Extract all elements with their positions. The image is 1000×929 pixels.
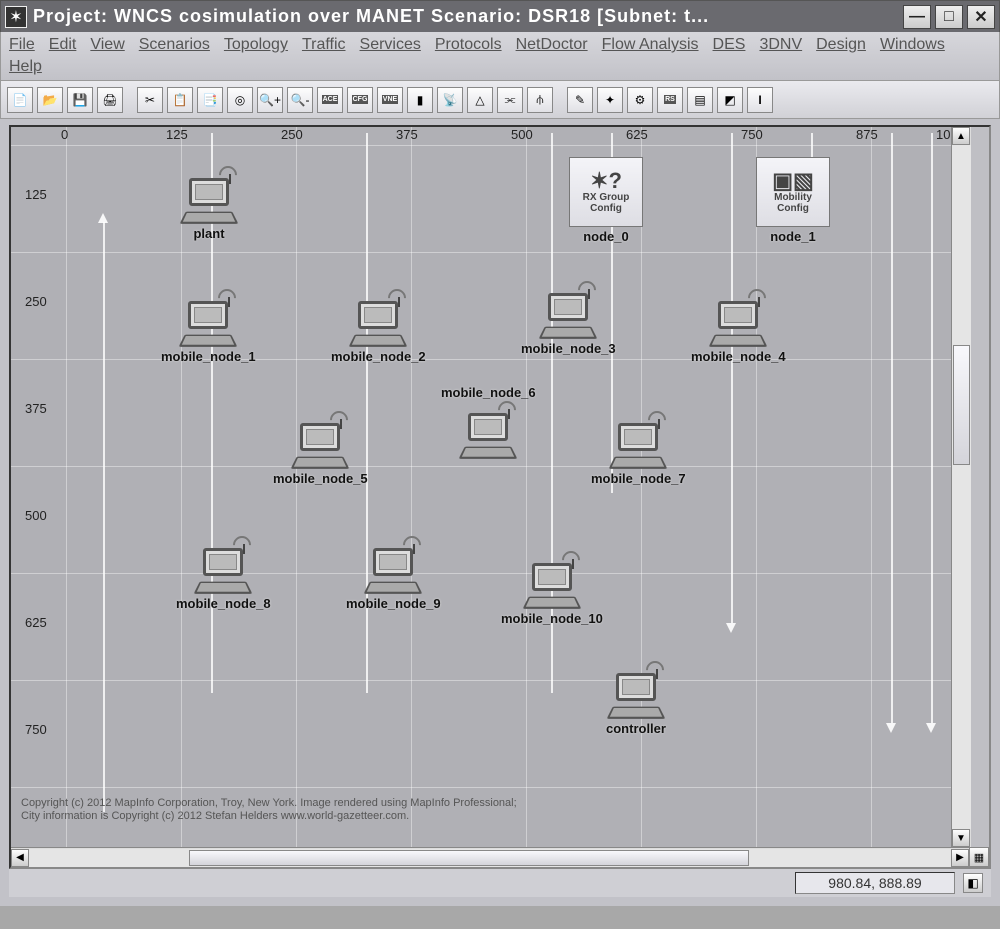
laptop-icon [180, 295, 236, 347]
menu-3dnv[interactable]: 3DNV [759, 36, 802, 54]
laptop-icon [540, 287, 596, 339]
laptop-icon [610, 417, 666, 469]
menu-file[interactable]: File [9, 36, 35, 54]
zoom-in-icon[interactable]: 🔍+ [257, 87, 283, 113]
menu-flow-analysis[interactable]: Flow Analysis [602, 36, 699, 54]
menu-netdoctor[interactable]: NetDoctor [516, 36, 588, 54]
node-controller[interactable]: controller [606, 667, 666, 736]
wizard-icon[interactable]: ✦ [597, 87, 623, 113]
node-mobile-7[interactable]: mobile_node_7 [591, 417, 686, 486]
node-mobile-9[interactable]: mobile_node_9 [346, 542, 441, 611]
menu-edit[interactable]: Edit [49, 36, 77, 54]
scroll-track[interactable] [952, 145, 971, 829]
battery-icon[interactable]: ▮ [407, 87, 433, 113]
app-icon: ✶ [5, 6, 27, 28]
ace-icon[interactable]: ACE [317, 87, 343, 113]
save-icon[interactable]: 💾 [67, 87, 93, 113]
node-mobile-10[interactable]: mobile_node_10 [501, 557, 603, 626]
rs-icon[interactable]: RS [657, 87, 683, 113]
node-mobile-4[interactable]: mobile_node_4 [691, 295, 786, 364]
cfg-icon[interactable]: CFG [347, 87, 373, 113]
warning-icon[interactable]: △ [467, 87, 493, 113]
node-mobile-3[interactable]: mobile_node_3 [521, 287, 616, 356]
menu-design[interactable]: Design [816, 36, 866, 54]
node-plant[interactable]: plant [181, 172, 237, 241]
node-mobile-6[interactable]: mobile_node_6 [441, 407, 536, 476]
menu-windows[interactable]: Windows [880, 36, 945, 54]
target-icon[interactable]: ◎ [227, 87, 253, 113]
node-mobile-1[interactable]: mobile_node_1 [161, 295, 256, 364]
menu-scenarios[interactable]: Scenarios [139, 36, 210, 54]
copy-icon[interactable]: 📋 [167, 87, 193, 113]
status-coordinates: 980.84, 888.89 [795, 872, 955, 894]
scroll-corner-icon[interactable]: ▦ [969, 847, 989, 867]
laptop-icon [195, 542, 251, 594]
laptop-icon [710, 295, 766, 347]
laptop-icon [350, 295, 406, 347]
minimize-button[interactable]: — [903, 5, 931, 29]
graph1-icon[interactable]: ⫘ [497, 87, 523, 113]
laptop-icon [292, 417, 348, 469]
copyright-text: Copyright (c) 2012 MapInfo Corporation, … [21, 797, 517, 823]
laptop-icon [365, 542, 421, 594]
zoom-out-icon[interactable]: 🔍- [287, 87, 313, 113]
text-icon[interactable]: I [747, 87, 773, 113]
node-mobile-2[interactable]: mobile_node_2 [331, 295, 426, 364]
scroll-down-icon[interactable]: ▼ [952, 829, 970, 847]
ruler-horizontal: 0 125 250 375 500 625 750 875 10 [11, 127, 951, 143]
vertical-scrollbar[interactable]: ▲ ▼ [951, 127, 971, 847]
scroll-thumb[interactable] [189, 850, 749, 866]
paste-icon[interactable]: 📑 [197, 87, 223, 113]
new-icon[interactable]: 📄 [7, 87, 33, 113]
laptop-icon [608, 667, 664, 719]
scroll-thumb[interactable] [953, 345, 970, 465]
node-mobile-8[interactable]: mobile_node_8 [176, 542, 271, 611]
menu-services[interactable]: Services [360, 36, 421, 54]
scroll-right-icon[interactable]: ▶ [951, 849, 969, 867]
scroll-track[interactable] [29, 849, 951, 867]
menu-view[interactable]: View [90, 36, 124, 54]
toolbar: 📄 📂 💾 🖨 ✂ 📋 📑 ◎ 🔍+ 🔍- ACE CFG VNE ▮ 📡 △ … [0, 81, 1000, 119]
menu-traffic[interactable]: Traffic [302, 36, 346, 54]
print-icon[interactable]: 🖨 [97, 87, 123, 113]
vne-icon[interactable]: VNE [377, 87, 403, 113]
status-bar: 980.84, 888.89 ◧ [9, 869, 991, 897]
menu-help[interactable]: Help [9, 58, 42, 76]
edit-icon[interactable]: ✎ [567, 87, 593, 113]
window-title: Project: WNCS cosimulation over MANET Sc… [33, 6, 903, 27]
ruler-vertical: 125 250 375 500 625 750 [11, 127, 65, 847]
rx-config-icon: ✶? [590, 170, 622, 192]
layers-icon[interactable]: ▤ [687, 87, 713, 113]
node-mobility-config[interactable]: ▣▧ Mobility Config node_1 [756, 157, 830, 244]
network-canvas[interactable]: 0 125 250 375 500 625 750 875 10 125 250… [11, 127, 951, 847]
laptop-icon [181, 172, 237, 224]
satellite-icon[interactable]: 📡 [437, 87, 463, 113]
title-bar: ✶ Project: WNCS cosimulation over MANET … [0, 0, 1000, 32]
open-icon[interactable]: 📂 [37, 87, 63, 113]
scroll-left-icon[interactable]: ◀ [11, 849, 29, 867]
node-mobile-5[interactable]: mobile_node_5 [273, 417, 368, 486]
graph2-icon[interactable]: ⫛ [527, 87, 553, 113]
menu-bar: File Edit View Scenarios Topology Traffi… [0, 32, 1000, 81]
maximize-button[interactable]: □ [935, 5, 963, 29]
laptop-icon [460, 407, 516, 459]
crop-icon[interactable]: ◩ [717, 87, 743, 113]
menu-des[interactable]: DES [713, 36, 746, 54]
node-rx-group-config[interactable]: ✶? RX Group Config node_0 [569, 157, 643, 244]
mobility-config-icon: ▣▧ [772, 170, 814, 192]
laptop-icon [524, 557, 580, 609]
scroll-up-icon[interactable]: ▲ [952, 127, 970, 145]
status-icon[interactable]: ◧ [963, 873, 983, 893]
gear-icon[interactable]: ⚙ [627, 87, 653, 113]
cut-icon[interactable]: ✂ [137, 87, 163, 113]
menu-protocols[interactable]: Protocols [435, 36, 502, 54]
menu-topology[interactable]: Topology [224, 36, 288, 54]
horizontal-scrollbar[interactable]: ◀ ▶ [11, 847, 969, 867]
close-button[interactable]: ✕ [967, 5, 995, 29]
